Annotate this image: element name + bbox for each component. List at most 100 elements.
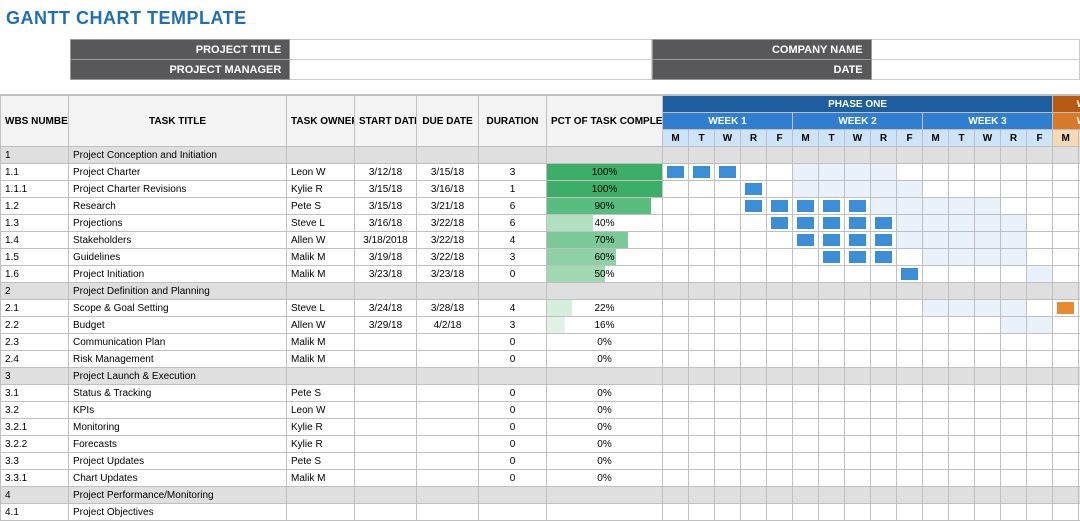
gantt-cell[interactable]	[767, 283, 793, 300]
gantt-cell[interactable]	[845, 147, 871, 164]
cell-pct[interactable]	[547, 504, 663, 521]
gantt-cell[interactable]	[741, 470, 767, 487]
gantt-cell[interactable]	[715, 283, 741, 300]
cell-owner[interactable]: Malik M	[287, 266, 355, 283]
gantt-cell[interactable]	[923, 504, 949, 521]
cell-owner[interactable]: Malik M	[287, 334, 355, 351]
table-row[interactable]: 1.1.1Project Charter RevisionsKylie R3/1…	[1, 181, 1080, 198]
cell-due[interactable]	[417, 147, 479, 164]
gantt-cell[interactable]	[1053, 249, 1079, 266]
gantt-cell[interactable]	[689, 215, 715, 232]
gantt-cell[interactable]	[741, 266, 767, 283]
cell-pct[interactable]: 40%	[547, 215, 663, 232]
gantt-cell[interactable]	[715, 215, 741, 232]
gantt-cell[interactable]	[1001, 249, 1027, 266]
cell-due[interactable]	[417, 334, 479, 351]
gantt-cell[interactable]	[793, 402, 819, 419]
gantt-cell[interactable]	[897, 368, 923, 385]
gantt-cell[interactable]	[663, 470, 689, 487]
gantt-cell[interactable]	[871, 436, 897, 453]
cell-pct[interactable]: 0%	[547, 334, 663, 351]
gantt-cell[interactable]	[871, 164, 897, 181]
cell-owner[interactable]	[287, 147, 355, 164]
gantt-cell[interactable]	[923, 453, 949, 470]
gantt-cell[interactable]	[663, 164, 689, 181]
gantt-cell[interactable]	[897, 300, 923, 317]
gantt-table[interactable]: WBS NUMBERTASK TITLETASK OWNERSTART DATE…	[0, 95, 1080, 521]
cell-wbs[interactable]: 1.5	[1, 249, 69, 266]
gantt-cell[interactable]	[949, 198, 975, 215]
cell-dur[interactable]	[479, 368, 547, 385]
input-project-title[interactable]	[290, 40, 651, 60]
cell-owner[interactable]: Pete S	[287, 385, 355, 402]
gantt-cell[interactable]	[845, 385, 871, 402]
cell-dur[interactable]: 0	[479, 334, 547, 351]
gantt-cell[interactable]	[663, 215, 689, 232]
gantt-cell[interactable]	[1027, 266, 1053, 283]
cell-task[interactable]: Project Launch & Execution	[69, 368, 287, 385]
table-row[interactable]: 1.2ResearchPete S3/15/183/21/18690%	[1, 198, 1080, 215]
cell-due[interactable]: 3/23/18	[417, 266, 479, 283]
gantt-cell[interactable]	[949, 249, 975, 266]
gantt-cell[interactable]	[715, 164, 741, 181]
gantt-cell[interactable]	[1001, 317, 1027, 334]
cell-owner[interactable]: Allen W	[287, 317, 355, 334]
cell-pct[interactable]: 0%	[547, 385, 663, 402]
gantt-cell[interactable]	[715, 266, 741, 283]
gantt-cell[interactable]	[975, 317, 1001, 334]
cell-wbs[interactable]: 3.2.2	[1, 436, 69, 453]
gantt-cell[interactable]	[845, 504, 871, 521]
cell-wbs[interactable]: 1.1	[1, 164, 69, 181]
gantt-cell[interactable]	[741, 198, 767, 215]
gantt-cell[interactable]	[897, 419, 923, 436]
gantt-cell[interactable]	[767, 215, 793, 232]
gantt-cell[interactable]	[845, 368, 871, 385]
cell-pct[interactable]: 90%	[547, 198, 663, 215]
gantt-cell[interactable]	[793, 266, 819, 283]
gantt-cell[interactable]	[1053, 198, 1079, 215]
gantt-cell[interactable]	[819, 215, 845, 232]
gantt-cell[interactable]	[923, 215, 949, 232]
gantt-cell[interactable]	[715, 232, 741, 249]
cell-task[interactable]: Project Charter	[69, 164, 287, 181]
cell-wbs[interactable]: 3	[1, 368, 69, 385]
gantt-cell[interactable]	[871, 198, 897, 215]
cell-dur[interactable]: 0	[479, 436, 547, 453]
cell-task[interactable]: Stakeholders	[69, 232, 287, 249]
gantt-cell[interactable]	[689, 470, 715, 487]
cell-due[interactable]	[417, 453, 479, 470]
gantt-cell[interactable]	[1001, 232, 1027, 249]
gantt-cell[interactable]	[1027, 300, 1053, 317]
table-row[interactable]: 3.2KPIsLeon W00%	[1, 402, 1080, 419]
gantt-cell[interactable]	[1027, 317, 1053, 334]
cell-dur[interactable]: 0	[479, 385, 547, 402]
gantt-cell[interactable]	[1001, 368, 1027, 385]
gantt-cell[interactable]	[1001, 147, 1027, 164]
gantt-cell[interactable]	[741, 385, 767, 402]
cell-pct[interactable]	[547, 368, 663, 385]
cell-wbs[interactable]: 1.3	[1, 215, 69, 232]
cell-due[interactable]	[417, 436, 479, 453]
gantt-cell[interactable]	[1001, 300, 1027, 317]
cell-due[interactable]: 3/22/18	[417, 249, 479, 266]
cell-dur[interactable]: 3	[479, 164, 547, 181]
gantt-cell[interactable]	[975, 232, 1001, 249]
cell-wbs[interactable]: 1.6	[1, 266, 69, 283]
gantt-cell[interactable]	[767, 300, 793, 317]
cell-due[interactable]	[417, 487, 479, 504]
cell-task[interactable]: Project Updates	[69, 453, 287, 470]
gantt-cell[interactable]	[897, 402, 923, 419]
table-row[interactable]: 3.3.1Chart UpdatesMalik M00%	[1, 470, 1080, 487]
gantt-cell[interactable]	[923, 368, 949, 385]
table-row[interactable]: 3.2.1MonitoringKylie R00%	[1, 419, 1080, 436]
cell-dur[interactable]: 4	[479, 232, 547, 249]
gantt-cell[interactable]	[689, 436, 715, 453]
cell-dur[interactable]: 0	[479, 470, 547, 487]
gantt-cell[interactable]	[819, 504, 845, 521]
gantt-cell[interactable]	[715, 351, 741, 368]
gantt-cell[interactable]	[715, 487, 741, 504]
cell-owner[interactable]: Leon W	[287, 164, 355, 181]
cell-owner[interactable]: Steve L	[287, 215, 355, 232]
gantt-cell[interactable]	[1027, 487, 1053, 504]
gantt-cell[interactable]	[793, 419, 819, 436]
